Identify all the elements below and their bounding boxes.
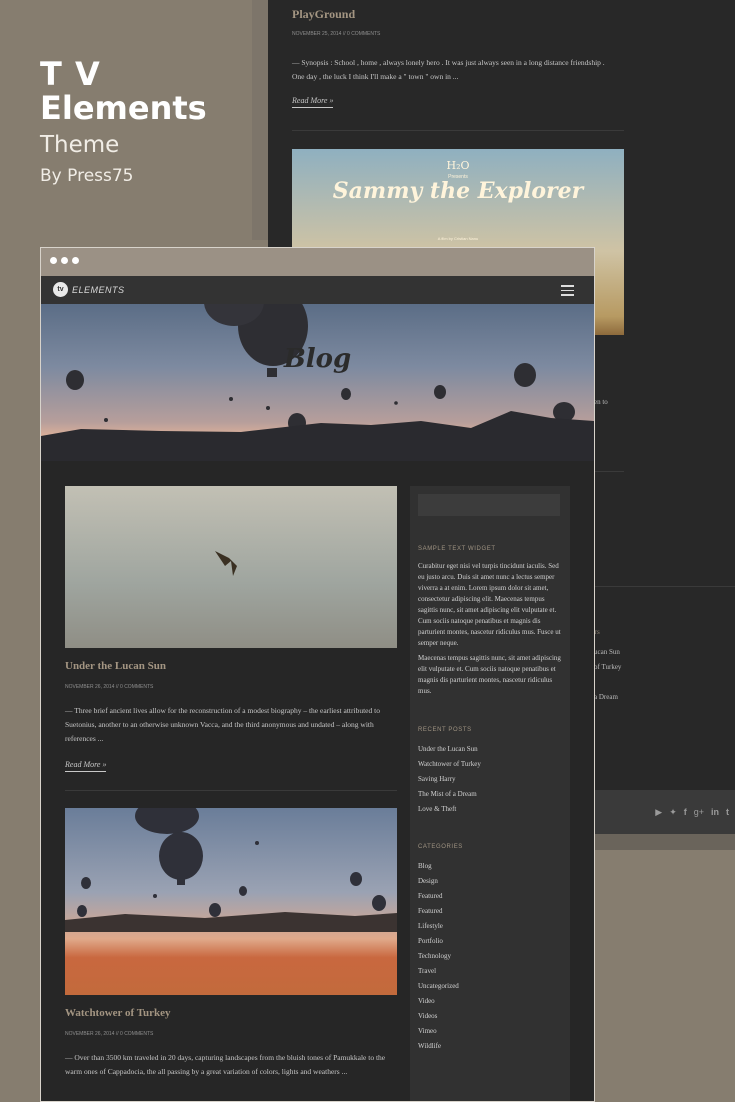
facebook-icon[interactable]: f bbox=[684, 807, 687, 818]
back-post-meta: NOVEMBER 25, 2014 // 0 COMMENTS bbox=[292, 31, 381, 37]
category-link[interactable]: Design bbox=[418, 874, 562, 889]
promo-title-line2: Elements bbox=[40, 89, 207, 127]
category-link[interactable]: Video bbox=[418, 994, 562, 1009]
recent-post-link[interactable]: Under the Lucan Sun bbox=[418, 742, 562, 757]
promo-block: T V Elements Theme By Press75 bbox=[40, 58, 207, 186]
divider bbox=[65, 790, 397, 791]
back-fragment-text: en to bbox=[594, 398, 608, 406]
categories-title: CATEGORIES bbox=[418, 844, 463, 850]
balloons-illustration bbox=[41, 304, 594, 461]
recent-post-link[interactable]: Love & Theft bbox=[418, 802, 562, 817]
recent-post-link[interactable]: The Mist of a Dream bbox=[418, 787, 562, 802]
widget-text: Curabitur eget nisi vel turpis tincidunt… bbox=[418, 562, 561, 647]
post-thumbnail[interactable] bbox=[65, 808, 397, 995]
widget-text: Maecenas tempus sagittis nunc, sit amet … bbox=[418, 654, 561, 695]
post-meta: NOVEMBER 26, 2014 // 0 COMMENTS bbox=[65, 684, 154, 690]
promo-title-line1: T V bbox=[40, 55, 101, 93]
post-title[interactable]: Under the Lucan Sun bbox=[65, 660, 397, 672]
promo-subtitle: Theme bbox=[40, 132, 120, 158]
bird-icon bbox=[215, 551, 237, 576]
widget-title: SAMPLE TEXT WIDGET bbox=[418, 546, 496, 552]
balloons-illustration bbox=[65, 808, 397, 932]
tumblr-icon[interactable]: t bbox=[726, 807, 729, 818]
logo-mark[interactable]: tv bbox=[53, 282, 68, 297]
back-post-title[interactable]: PlayGround bbox=[292, 7, 355, 22]
post-thumbnail[interactable] bbox=[65, 486, 397, 648]
sidebar: SAMPLE TEXT WIDGET Curabitur eget nisi v… bbox=[410, 486, 570, 1101]
categories-list: Blog Design Featured Featured Lifestyle … bbox=[418, 859, 562, 1054]
twitter-icon[interactable]: ✦ bbox=[669, 807, 677, 818]
divider bbox=[592, 586, 735, 587]
search-input[interactable] bbox=[418, 494, 560, 516]
recent-post-link[interactable]: Saving Harry bbox=[418, 772, 562, 787]
back-read-more-link[interactable]: Read More » bbox=[292, 96, 334, 108]
poster-subtitle: A film by Cristian Nanu bbox=[437, 236, 479, 241]
promo-author: By Press75 bbox=[40, 166, 134, 186]
divider bbox=[292, 130, 624, 131]
logo-text[interactable]: ELEMENTS bbox=[72, 285, 125, 295]
category-link[interactable]: Videos bbox=[418, 1009, 562, 1024]
page-title: Blog bbox=[283, 344, 352, 374]
read-more-link[interactable]: Read More » bbox=[65, 760, 107, 772]
category-link[interactable]: Technology bbox=[418, 949, 562, 964]
divider bbox=[592, 471, 624, 472]
category-link[interactable]: Lifestyle bbox=[418, 919, 562, 934]
window-dot[interactable] bbox=[61, 257, 68, 264]
recent-post-link[interactable]: Watchtower of Turkey bbox=[418, 757, 562, 772]
post-excerpt: — Over than 3500 km traveled in 20 days,… bbox=[65, 1053, 386, 1076]
window-dot[interactable] bbox=[72, 257, 79, 264]
googleplus-icon[interactable]: g+ bbox=[694, 807, 704, 818]
front-window: tv ELEMENTS Blog Under the Lucan Sun NOV… bbox=[40, 247, 595, 1102]
site-nav: tv ELEMENTS bbox=[41, 276, 594, 304]
post-title[interactable]: Watchtower of Turkey bbox=[65, 1007, 397, 1019]
back-fragment-link[interactable]: a Dream bbox=[594, 693, 618, 701]
window-dot[interactable] bbox=[50, 257, 57, 264]
window-dots bbox=[50, 257, 79, 264]
window-chrome bbox=[41, 248, 594, 276]
category-link[interactable]: Wildlife bbox=[418, 1039, 562, 1054]
category-link[interactable]: Featured bbox=[418, 904, 562, 919]
poster-title: Sammy the Explorer bbox=[332, 178, 584, 204]
category-link[interactable]: Blog bbox=[418, 859, 562, 874]
poster-logo: H₂O bbox=[446, 159, 470, 172]
recent-posts-list: Under the Lucan Sun Watchtower of Turkey… bbox=[418, 742, 562, 817]
recent-posts-title: RECENT POSTS bbox=[418, 727, 472, 733]
post-excerpt: — Three brief ancient lives allow for th… bbox=[65, 706, 380, 743]
back-fragment-link[interactable]: of Turkey bbox=[594, 663, 621, 671]
hero-banner: Blog bbox=[41, 304, 594, 461]
category-link[interactable]: Vimeo bbox=[418, 1024, 562, 1039]
social-icons: ▶ ✦ f g+ in t bbox=[655, 807, 729, 818]
back-window-edge bbox=[252, 0, 268, 240]
category-link[interactable]: Travel bbox=[418, 964, 562, 979]
post-list: Under the Lucan Sun NOVEMBER 26, 2014 //… bbox=[65, 486, 397, 1079]
category-link[interactable]: Featured bbox=[418, 889, 562, 904]
youtube-icon[interactable]: ▶ bbox=[655, 807, 662, 818]
category-link[interactable]: Uncategorized bbox=[418, 979, 562, 994]
back-post-excerpt: — Synopsis : School , home , always lone… bbox=[292, 58, 605, 81]
hamburger-menu-icon[interactable] bbox=[561, 285, 574, 299]
category-link[interactable]: Portfolio bbox=[418, 934, 562, 949]
post-meta: NOVEMBER 26, 2014 // 0 COMMENTS bbox=[65, 1031, 154, 1037]
back-fragment-link[interactable]: ucan Sun bbox=[594, 648, 620, 656]
linkedin-icon[interactable]: in bbox=[711, 807, 719, 818]
